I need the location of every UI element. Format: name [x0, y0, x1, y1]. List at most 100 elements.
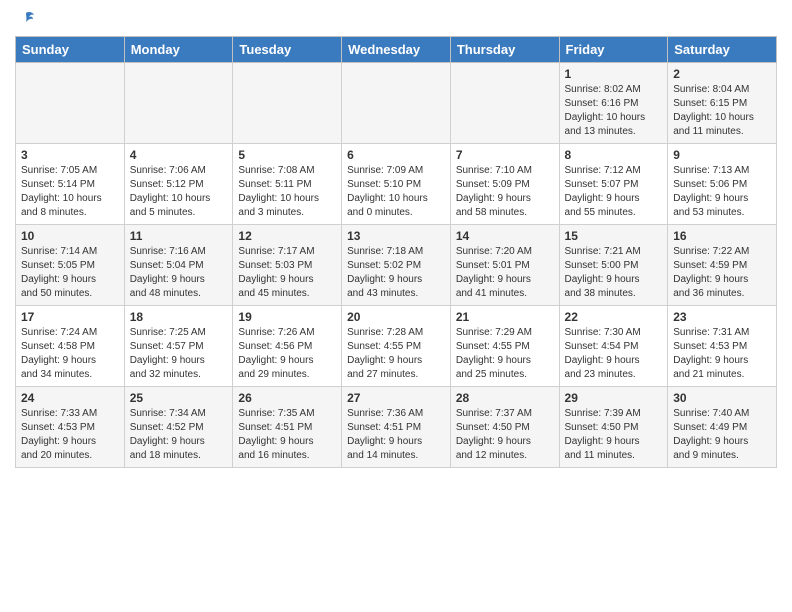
calendar-cell: 23 Sunrise: 7:31 AM Sunset: 4:53 PM Dayli… — [668, 306, 777, 387]
day-info: Sunrise: 7:21 AM Sunset: 5:00 PM Dayligh… — [565, 245, 663, 301]
day-info: Sunrise: 7:06 AM Sunset: 5:12 PM Dayligh… — [130, 164, 228, 220]
day-number: 7 — [456, 148, 554, 162]
day-info: Sunrise: 7:13 AM Sunset: 5:06 PM Dayligh… — [673, 164, 771, 220]
calendar-cell: 20 Sunrise: 7:28 AM Sunset: 4:55 PM Dayli… — [342, 306, 451, 387]
day-info: Sunrise: 7:20 AM Sunset: 5:01 PM Dayligh… — [456, 245, 554, 301]
calendar-cell: 7 Sunrise: 7:10 AM Sunset: 5:09 PM Daylig… — [450, 144, 559, 225]
calendar-cell: 3 Sunrise: 7:05 AM Sunset: 5:14 PM Daylig… — [16, 144, 125, 225]
calendar-cell: 9 Sunrise: 7:13 AM Sunset: 5:06 PM Daylig… — [668, 144, 777, 225]
day-number: 3 — [21, 148, 119, 162]
day-number: 10 — [21, 229, 119, 243]
day-number: 8 — [565, 148, 663, 162]
weekday-header-wednesday: Wednesday — [342, 37, 451, 63]
calendar-cell — [450, 63, 559, 144]
day-info: Sunrise: 7:12 AM Sunset: 5:07 PM Dayligh… — [565, 164, 663, 220]
day-number: 14 — [456, 229, 554, 243]
calendar-week-row: 24 Sunrise: 7:33 AM Sunset: 4:53 PM Dayli… — [16, 387, 777, 468]
day-info: Sunrise: 7:10 AM Sunset: 5:09 PM Dayligh… — [456, 164, 554, 220]
calendar-cell: 10 Sunrise: 7:14 AM Sunset: 5:05 PM Dayli… — [16, 225, 125, 306]
day-number: 18 — [130, 310, 228, 324]
weekday-header-saturday: Saturday — [668, 37, 777, 63]
weekday-header-tuesday: Tuesday — [233, 37, 342, 63]
day-info: Sunrise: 7:37 AM Sunset: 4:50 PM Dayligh… — [456, 407, 554, 463]
day-number: 30 — [673, 391, 771, 405]
calendar-cell: 1 Sunrise: 8:02 AM Sunset: 6:16 PM Daylig… — [559, 63, 668, 144]
day-number: 20 — [347, 310, 445, 324]
day-info: Sunrise: 7:26 AM Sunset: 4:56 PM Dayligh… — [238, 326, 336, 382]
page-header — [15, 10, 777, 30]
calendar-cell: 2Sunrise: 8:04 AM Sunset: 6:15 PM Daylig… — [668, 63, 777, 144]
day-info: Sunrise: 7:35 AM Sunset: 4:51 PM Dayligh… — [238, 407, 336, 463]
calendar-week-row: 17 Sunrise: 7:24 AM Sunset: 4:58 PM Dayli… — [16, 306, 777, 387]
day-info: Sunrise: 7:40 AM Sunset: 4:49 PM Dayligh… — [673, 407, 771, 463]
calendar-cell: 25Sunrise: 7:34 AM Sunset: 4:52 PM Dayli… — [124, 387, 233, 468]
day-number: 22 — [565, 310, 663, 324]
calendar-cell: 8 Sunrise: 7:12 AM Sunset: 5:07 PM Daylig… — [559, 144, 668, 225]
day-number: 2 — [673, 67, 771, 81]
calendar-week-row: 1 Sunrise: 8:02 AM Sunset: 6:16 PM Daylig… — [16, 63, 777, 144]
day-info: Sunrise: 7:16 AM Sunset: 5:04 PM Dayligh… — [130, 245, 228, 301]
day-number: 23 — [673, 310, 771, 324]
calendar-cell: 18 Sunrise: 7:25 AM Sunset: 4:57 PM Dayli… — [124, 306, 233, 387]
day-number: 6 — [347, 148, 445, 162]
calendar-cell: 11 Sunrise: 7:16 AM Sunset: 5:04 PM Dayli… — [124, 225, 233, 306]
day-info: Sunrise: 7:25 AM Sunset: 4:57 PM Dayligh… — [130, 326, 228, 382]
day-number: 12 — [238, 229, 336, 243]
calendar-cell — [16, 63, 125, 144]
calendar-cell: 28Sunrise: 7:37 AM Sunset: 4:50 PM Dayli… — [450, 387, 559, 468]
day-info: Sunrise: 7:39 AM Sunset: 4:50 PM Dayligh… — [565, 407, 663, 463]
calendar-cell — [342, 63, 451, 144]
day-number: 26 — [238, 391, 336, 405]
calendar-cell: 4 Sunrise: 7:06 AM Sunset: 5:12 PM Daylig… — [124, 144, 233, 225]
calendar-cell: 30 Sunrise: 7:40 AM Sunset: 4:49 PM Dayli… — [668, 387, 777, 468]
weekday-header-friday: Friday — [559, 37, 668, 63]
logo — [15, 14, 36, 30]
day-number: 16 — [673, 229, 771, 243]
calendar-week-row: 10 Sunrise: 7:14 AM Sunset: 5:05 PM Dayli… — [16, 225, 777, 306]
day-info: Sunrise: 7:24 AM Sunset: 4:58 PM Dayligh… — [21, 326, 119, 382]
calendar-cell: 14 Sunrise: 7:20 AM Sunset: 5:01 PM Dayli… — [450, 225, 559, 306]
day-number: 13 — [347, 229, 445, 243]
calendar-cell: 13 Sunrise: 7:18 AM Sunset: 5:02 PM Dayli… — [342, 225, 451, 306]
day-number: 21 — [456, 310, 554, 324]
calendar-cell: 16 Sunrise: 7:22 AM Sunset: 4:59 PM Dayli… — [668, 225, 777, 306]
calendar-week-row: 3 Sunrise: 7:05 AM Sunset: 5:14 PM Daylig… — [16, 144, 777, 225]
day-number: 19 — [238, 310, 336, 324]
calendar-cell: 5Sunrise: 7:08 AM Sunset: 5:11 PM Daylig… — [233, 144, 342, 225]
day-info: Sunrise: 7:09 AM Sunset: 5:10 PM Dayligh… — [347, 164, 445, 220]
day-info: Sunrise: 7:22 AM Sunset: 4:59 PM Dayligh… — [673, 245, 771, 301]
calendar-cell: 26 Sunrise: 7:35 AM Sunset: 4:51 PM Dayli… — [233, 387, 342, 468]
day-info: Sunrise: 7:14 AM Sunset: 5:05 PM Dayligh… — [21, 245, 119, 301]
day-number: 29 — [565, 391, 663, 405]
weekday-header-monday: Monday — [124, 37, 233, 63]
day-info: Sunrise: 7:29 AM Sunset: 4:55 PM Dayligh… — [456, 326, 554, 382]
calendar-cell: 15Sunrise: 7:21 AM Sunset: 5:00 PM Dayli… — [559, 225, 668, 306]
day-info: Sunrise: 7:36 AM Sunset: 4:51 PM Dayligh… — [347, 407, 445, 463]
day-info: Sunrise: 7:31 AM Sunset: 4:53 PM Dayligh… — [673, 326, 771, 382]
day-number: 11 — [130, 229, 228, 243]
calendar-cell: 17 Sunrise: 7:24 AM Sunset: 4:58 PM Dayli… — [16, 306, 125, 387]
day-info: Sunrise: 7:28 AM Sunset: 4:55 PM Dayligh… — [347, 326, 445, 382]
calendar-cell: 12 Sunrise: 7:17 AM Sunset: 5:03 PM Dayli… — [233, 225, 342, 306]
day-number: 9 — [673, 148, 771, 162]
weekday-header-sunday: Sunday — [16, 37, 125, 63]
weekday-header-row: SundayMondayTuesdayWednesdayThursdayFrid… — [16, 37, 777, 63]
day-info: Sunrise: 7:33 AM Sunset: 4:53 PM Dayligh… — [21, 407, 119, 463]
day-number: 27 — [347, 391, 445, 405]
day-number: 1 — [565, 67, 663, 81]
logo-bird-icon — [16, 10, 36, 30]
calendar-cell: 27 Sunrise: 7:36 AM Sunset: 4:51 PM Dayli… — [342, 387, 451, 468]
day-number: 24 — [21, 391, 119, 405]
day-info: Sunrise: 7:17 AM Sunset: 5:03 PM Dayligh… — [238, 245, 336, 301]
calendar-cell: 24 Sunrise: 7:33 AM Sunset: 4:53 PM Dayli… — [16, 387, 125, 468]
calendar-cell: 6 Sunrise: 7:09 AM Sunset: 5:10 PM Daylig… — [342, 144, 451, 225]
day-info: Sunrise: 7:18 AM Sunset: 5:02 PM Dayligh… — [347, 245, 445, 301]
day-info: Sunrise: 7:05 AM Sunset: 5:14 PM Dayligh… — [21, 164, 119, 220]
day-number: 17 — [21, 310, 119, 324]
calendar-cell: 22Sunrise: 7:30 AM Sunset: 4:54 PM Dayli… — [559, 306, 668, 387]
day-info: Sunrise: 8:02 AM Sunset: 6:16 PM Dayligh… — [565, 83, 663, 139]
day-number: 4 — [130, 148, 228, 162]
day-number: 25 — [130, 391, 228, 405]
calendar-cell — [124, 63, 233, 144]
calendar-cell — [233, 63, 342, 144]
